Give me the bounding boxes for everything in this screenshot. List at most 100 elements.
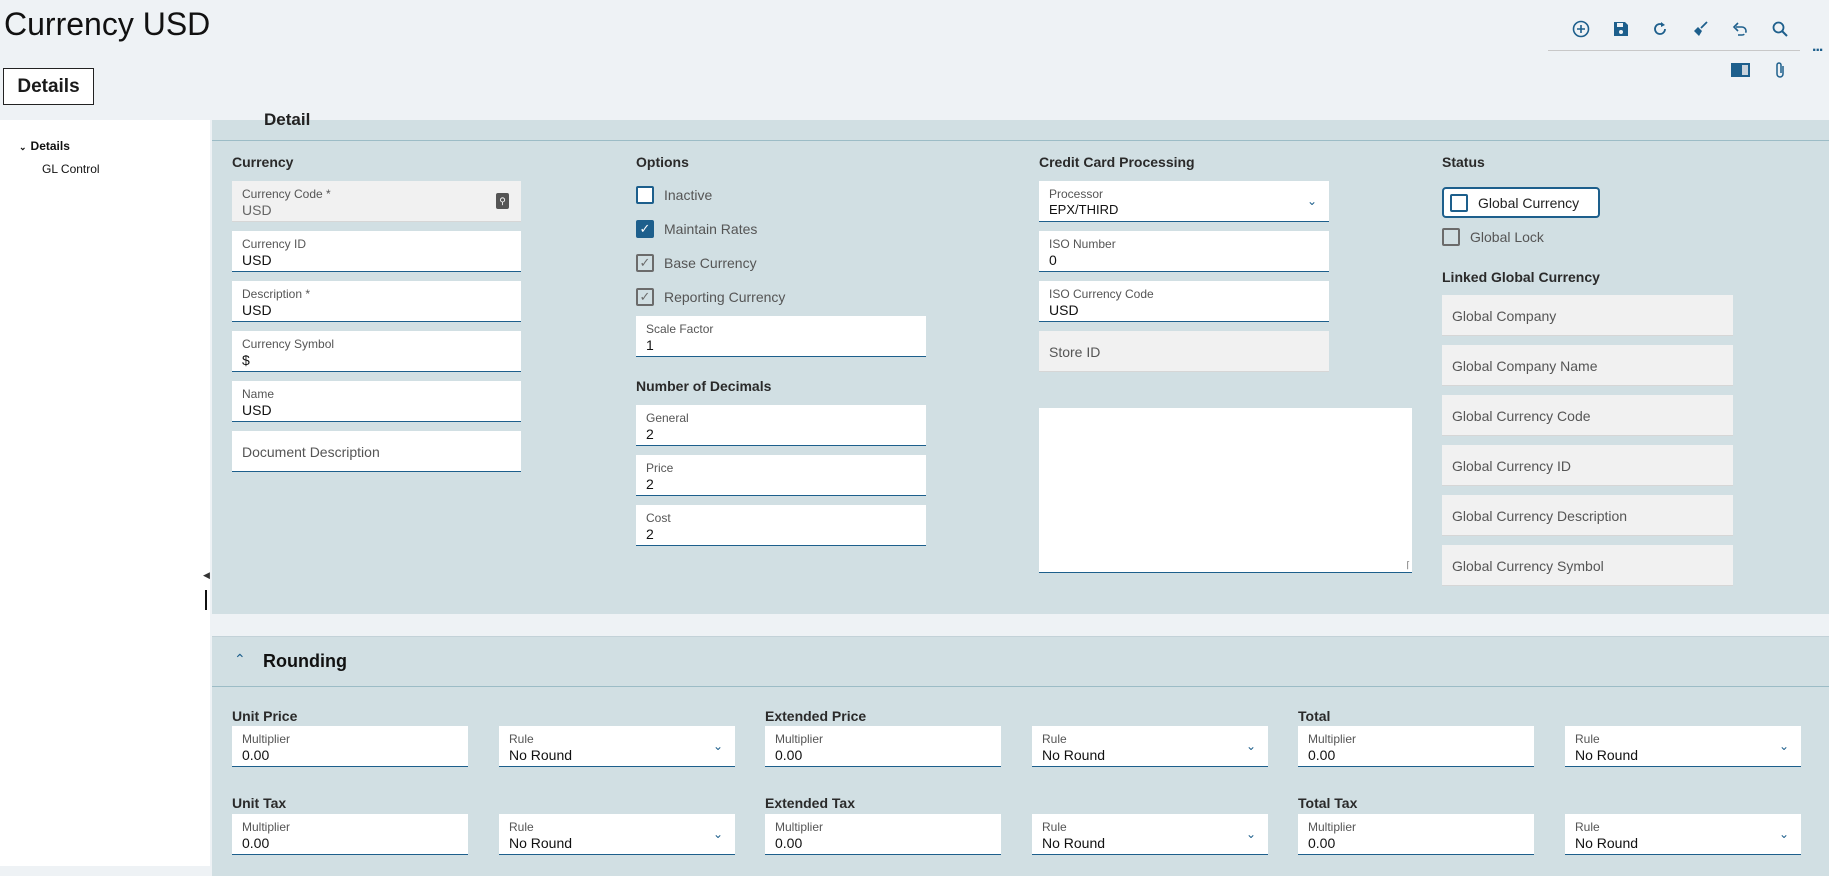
- field-label: Multiplier: [775, 732, 824, 746]
- add-icon[interactable]: [1566, 14, 1596, 44]
- field-placeholder: Global Currency Description: [1452, 508, 1628, 524]
- attachment-icon[interactable]: [1765, 55, 1795, 85]
- chevron-down-icon: ⌄: [1245, 827, 1256, 841]
- total-rule-select[interactable]: Rule No Round ⌄: [1565, 726, 1801, 767]
- tab-details[interactable]: Details: [3, 68, 94, 105]
- field-label: Rule: [1042, 820, 1067, 834]
- inactive-checkbox[interactable]: Inactive: [636, 186, 712, 204]
- chevron-down-icon: ⌄: [712, 739, 723, 753]
- notes-textarea[interactable]: ⌈: [1039, 408, 1412, 573]
- search-icon[interactable]: [1765, 14, 1795, 44]
- unit-price-heading: Unit Price: [232, 708, 298, 724]
- chevron-down-icon: ⌄: [1306, 194, 1317, 208]
- field-value: USD: [1049, 302, 1079, 318]
- description-field[interactable]: Description * USD: [232, 281, 521, 322]
- sidebar-resize-handle[interactable]: [205, 590, 207, 610]
- field-placeholder: Global Company Name: [1452, 358, 1598, 374]
- refresh-icon[interactable]: [1645, 14, 1675, 44]
- rounding-panel: ⌃ Rounding Unit Price Multiplier 0.00 Rule N…: [212, 636, 1829, 876]
- unit-price-multiplier-field[interactable]: Multiplier 0.00: [232, 726, 468, 767]
- checkbox-icon: [1450, 193, 1468, 212]
- extended-tax-heading: Extended Tax: [765, 795, 855, 811]
- currency-code-field[interactable]: Currency Code * USD ⚲: [232, 181, 521, 222]
- field-label: Rule: [1575, 732, 1600, 746]
- global-currency-checkbox[interactable]: Global Currency: [1442, 187, 1600, 218]
- chevron-up-icon[interactable]: ⌃: [234, 651, 246, 668]
- resize-handle-icon[interactable]: ⌈: [1406, 560, 1410, 571]
- field-value: 0: [1049, 252, 1057, 268]
- panel-icon[interactable]: [1725, 55, 1755, 85]
- clear-icon[interactable]: [1685, 14, 1715, 44]
- field-value: USD: [242, 252, 272, 268]
- field-value: 0.00: [775, 747, 803, 763]
- global-company-field: Global Company: [1442, 295, 1733, 336]
- field-label: Cost: [646, 511, 671, 525]
- cost-decimals-field[interactable]: Cost 2: [636, 505, 926, 546]
- extended-tax-rule-select[interactable]: Rule No Round ⌄: [1032, 814, 1268, 855]
- field-placeholder: Store ID: [1049, 344, 1101, 360]
- chevron-down-icon: ⌄: [19, 142, 27, 152]
- reporting-currency-checkbox: ✓ Reporting Currency: [636, 288, 785, 306]
- collapse-sidebar-icon[interactable]: ◀: [203, 570, 210, 581]
- field-label: Rule: [1575, 820, 1600, 834]
- document-description-field[interactable]: Document Description: [232, 431, 521, 472]
- global-currency-id-field: Global Currency ID: [1442, 445, 1733, 486]
- field-value: No Round: [509, 747, 573, 763]
- field-value: No Round: [1575, 835, 1639, 851]
- total-multiplier-field[interactable]: Multiplier 0.00: [1298, 726, 1534, 767]
- options-heading: Options: [636, 154, 689, 170]
- field-label: Description *: [242, 287, 311, 301]
- field-value: USD: [242, 302, 272, 318]
- scale-factor-field[interactable]: Scale Factor 1: [636, 316, 926, 357]
- field-label: Scale Factor: [646, 322, 714, 336]
- total-tax-multiplier-field[interactable]: Multiplier 0.00: [1298, 814, 1534, 855]
- sidebar-item-gl-control[interactable]: GL Control: [42, 162, 100, 176]
- currency-heading: Currency: [232, 154, 294, 170]
- checkbox-label: Global Currency: [1478, 194, 1580, 211]
- global-currency-description-field: Global Currency Description: [1442, 495, 1733, 536]
- unit-tax-multiplier-field[interactable]: Multiplier 0.00: [232, 814, 468, 855]
- total-tax-rule-select[interactable]: Rule No Round ⌄: [1565, 814, 1801, 855]
- rounding-header[interactable]: ⌃ Rounding: [212, 637, 1829, 687]
- unit-price-rule-select[interactable]: Rule No Round ⌄: [499, 726, 735, 767]
- more-menu-button[interactable]: ...: [1812, 38, 1823, 56]
- field-label: General: [646, 411, 689, 425]
- field-value: No Round: [1042, 747, 1106, 763]
- maintain-rates-checkbox[interactable]: ✓ Maintain Rates: [636, 220, 757, 238]
- credit-card-heading: Credit Card Processing: [1039, 154, 1195, 170]
- checkbox-label: Maintain Rates: [664, 221, 758, 237]
- field-label: Multiplier: [1308, 820, 1357, 834]
- unit-tax-rule-select[interactable]: Rule No Round ⌄: [499, 814, 735, 855]
- field-placeholder: Global Company: [1452, 308, 1557, 324]
- checkmark-icon: ✓: [636, 254, 654, 272]
- save-icon[interactable]: [1606, 14, 1636, 44]
- field-placeholder: Global Currency ID: [1452, 458, 1572, 474]
- sidebar-item-details[interactable]: ⌄ Details: [19, 139, 70, 153]
- field-label: ISO Currency Code: [1049, 287, 1154, 301]
- general-decimals-field[interactable]: General 2: [636, 405, 926, 446]
- currency-id-field[interactable]: Currency ID USD: [232, 231, 521, 272]
- field-placeholder: Global Currency Symbol: [1452, 558, 1604, 574]
- field-value: 0.00: [242, 747, 270, 763]
- field-label: Multiplier: [775, 820, 824, 834]
- extended-price-rule-select[interactable]: Rule No Round ⌄: [1032, 726, 1268, 767]
- price-decimals-field[interactable]: Price 2: [636, 455, 926, 496]
- detail-header: Detail: [212, 110, 1829, 141]
- iso-number-field[interactable]: ISO Number 0: [1039, 231, 1329, 272]
- undo-icon[interactable]: [1725, 14, 1755, 44]
- field-placeholder: Global Currency Code: [1452, 408, 1591, 424]
- name-field[interactable]: Name USD: [232, 381, 521, 422]
- lookup-icon[interactable]: ⚲: [496, 193, 509, 209]
- field-label: Price: [646, 461, 674, 475]
- processor-select[interactable]: Processor EPX/THIRD ⌄: [1039, 181, 1329, 222]
- extended-price-heading: Extended Price: [765, 708, 867, 724]
- extended-price-multiplier-field[interactable]: Multiplier 0.00: [765, 726, 1001, 767]
- field-value: No Round: [1042, 835, 1106, 851]
- currency-symbol-field[interactable]: Currency Symbol $: [232, 331, 521, 372]
- field-value: 1: [646, 337, 654, 353]
- field-value: EPX/THIRD: [1049, 202, 1119, 217]
- iso-currency-code-field[interactable]: ISO Currency Code USD: [1039, 281, 1329, 322]
- checkbox-icon: [1442, 228, 1460, 246]
- field-value: 2: [646, 426, 654, 442]
- extended-tax-multiplier-field[interactable]: Multiplier 0.00: [765, 814, 1001, 855]
